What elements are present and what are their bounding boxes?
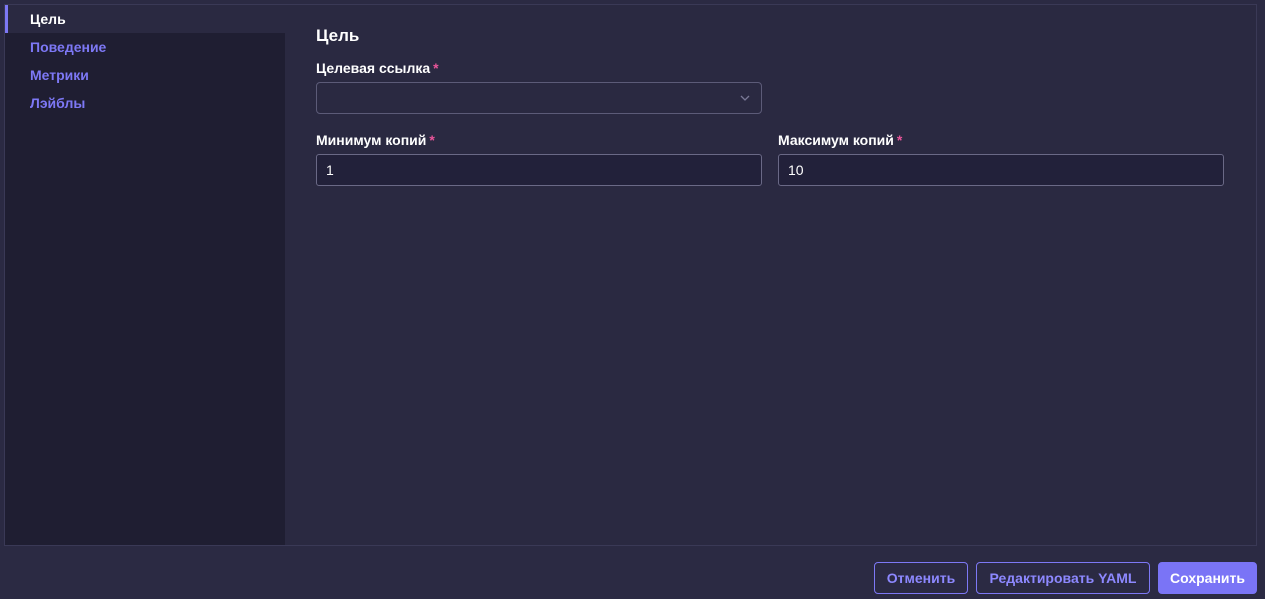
min-replicas-value: 1	[326, 162, 334, 178]
sidebar-item-label: Цель	[30, 11, 66, 27]
form-panel: Цель Поведение Метрики Лэйблы Цель Целев…	[4, 4, 1257, 546]
required-mark: *	[429, 132, 435, 148]
sidebar-item-label: Поведение	[30, 39, 107, 55]
max-replicas-value: 10	[788, 162, 804, 178]
sidebar-item-label: Лэйблы	[30, 95, 86, 111]
save-button[interactable]: Сохранить	[1158, 562, 1257, 594]
section-title: Цель	[316, 26, 360, 45]
min-replicas-input[interactable]: 1	[316, 154, 762, 186]
required-mark: *	[896, 132, 903, 148]
cancel-button[interactable]: Отменить	[874, 562, 968, 594]
main-content: Цель Целевая ссылка * Минимум копий * 1 Ма…	[285, 5, 1256, 545]
target-link-label: Целевая ссылка *	[316, 60, 439, 76]
chevron-down-icon	[740, 95, 750, 101]
min-replicas-label-text: Минимум копий	[316, 132, 427, 148]
sidebar-item-labels[interactable]: Лэйблы	[5, 89, 285, 117]
target-link-select[interactable]	[316, 82, 762, 114]
target-link-label-text: Целевая ссылка	[316, 60, 431, 76]
sidebar-item-behavior[interactable]: Поведение	[5, 33, 285, 61]
max-replicas-label-text: Максимум копий	[778, 132, 894, 148]
sidebar: Цель Поведение Метрики Лэйблы	[5, 5, 285, 545]
required-mark: *	[433, 60, 439, 76]
max-replicas-label: Максимум копий *	[778, 132, 902, 148]
min-replicas-label: Минимум копий *	[316, 132, 435, 148]
sidebar-item-label: Метрики	[30, 67, 89, 83]
max-replicas-input[interactable]: 10	[778, 154, 1224, 186]
sidebar-item-target[interactable]: Цель	[5, 5, 285, 33]
sidebar-item-metrics[interactable]: Метрики	[5, 61, 285, 89]
edit-yaml-button[interactable]: Редактировать YAML	[976, 562, 1150, 594]
